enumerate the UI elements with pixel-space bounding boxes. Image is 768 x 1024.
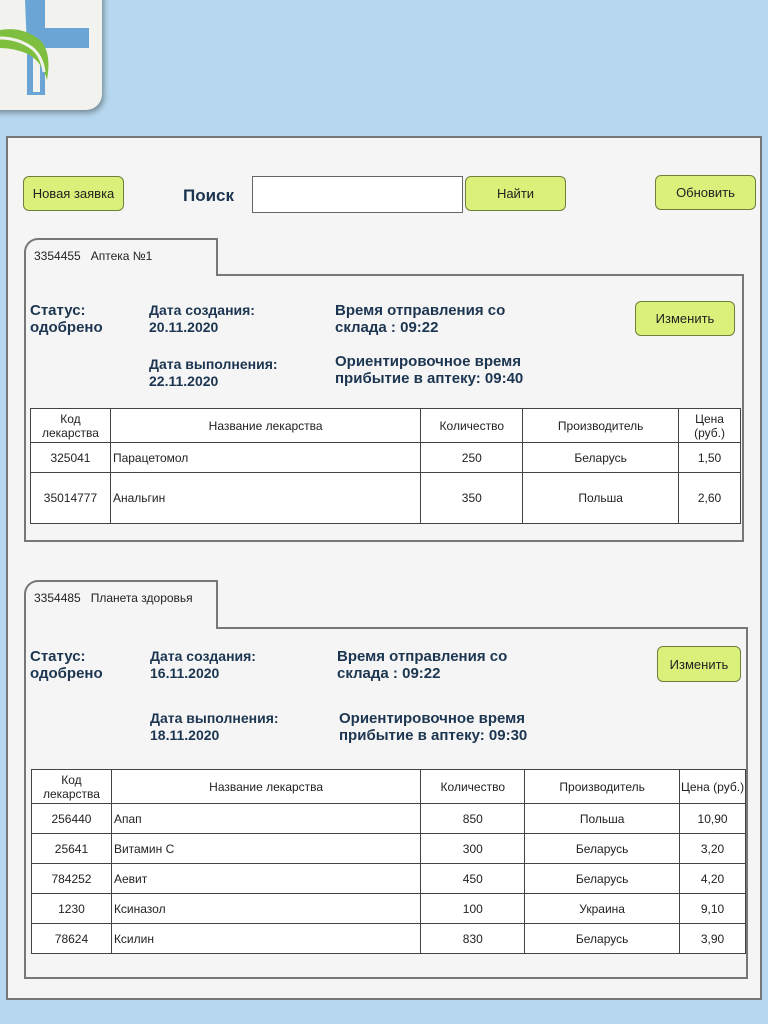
cell-code: 325041 [30, 442, 111, 473]
cell-price: 4,20 [679, 863, 746, 894]
creation-date: Дата создания: 16.11.2020 [150, 648, 256, 681]
cell-name: Ксиназол [110, 893, 422, 924]
order-card: Статус: одобрено Дата создания: 16.11.20… [24, 627, 748, 979]
completion-date: Дата выполнения: 18.11.2020 [150, 710, 279, 743]
col-maker: Производитель [524, 769, 681, 804]
table-row[interactable]: 1230 Ксиназол 100 Украина 9,10 [31, 893, 746, 924]
cell-price: 3,20 [679, 833, 746, 864]
completion-date: Дата выполнения: 22.11.2020 [149, 356, 278, 389]
tab-join [26, 273, 216, 277]
order-status: Статус: одобрено [30, 302, 103, 336]
cell-maker: Беларусь [524, 923, 681, 954]
cell-maker: Беларусь [524, 863, 681, 894]
order-id: 3354455 [34, 249, 81, 263]
tab-join [26, 626, 216, 630]
order-tab[interactable]: 3354455 Аптека №1 [24, 238, 218, 276]
table-row[interactable]: 325041 Парацетомол 250 Беларусь 1,50 [30, 442, 741, 473]
cell-price: 10,90 [679, 803, 746, 834]
cell-qty: 300 [420, 833, 526, 864]
cell-maker: Украина [524, 893, 681, 924]
new-request-button[interactable]: Новая заявка [23, 176, 124, 211]
medicines-table: Код лекарства Название лекарства Количес… [31, 769, 746, 954]
table-header: Код лекарства Название лекарства Количес… [30, 408, 741, 443]
search-label: Поиск [183, 186, 235, 205]
cell-code: 256440 [31, 803, 112, 834]
col-code: Код лекарства [31, 769, 112, 804]
col-maker: Производитель [522, 408, 680, 443]
cell-qty: 250 [420, 442, 524, 473]
col-code: Код лекарства [30, 408, 111, 443]
creation-date: Дата создания: 20.11.2020 [149, 302, 255, 335]
col-price: Цена (руб.) [678, 408, 741, 443]
order-id: 3354485 [34, 591, 81, 605]
cell-name: Парацетомол [109, 442, 422, 473]
cell-maker: Польша [522, 472, 680, 524]
table-row[interactable]: 78624 Ксилин 830 Беларусь 3,90 [31, 923, 746, 954]
find-button[interactable]: Найти [465, 176, 566, 211]
cell-code: 1230 [31, 893, 112, 924]
table-row[interactable]: 784252 Аевит 450 Беларусь 4,20 [31, 863, 746, 894]
table-row[interactable]: 256440 Апап 850 Польша 10,90 [31, 803, 746, 834]
col-price: Цена (руб.) [679, 769, 746, 804]
col-name: Название лекарства [110, 769, 422, 804]
cell-price: 3,90 [679, 923, 746, 954]
cell-qty: 850 [420, 803, 526, 834]
order-status: Статус: одобрено [30, 648, 103, 682]
departure-time: Время отправления со склада : 09:22 [337, 648, 508, 682]
cell-name: Анальгин [109, 472, 422, 524]
cell-qty: 830 [420, 923, 526, 954]
cell-price: 9,10 [679, 893, 746, 924]
cell-qty: 350 [420, 472, 524, 524]
cell-price: 2,60 [678, 472, 741, 524]
medicines-table: Код лекарства Название лекарства Количес… [30, 408, 741, 524]
cell-qty: 100 [420, 893, 526, 924]
refresh-button[interactable]: Обновить [655, 175, 756, 210]
cell-code: 35014777 [30, 472, 111, 524]
cell-code: 78624 [31, 923, 112, 954]
pharmacy-name: Планета здоровья [90, 591, 193, 605]
search-input[interactable] [252, 176, 463, 213]
cell-price: 1,50 [678, 442, 741, 473]
col-name: Название лекарства [109, 408, 422, 443]
main-panel: Новая заявка Поиск Найти Обновить 335445… [6, 136, 762, 1000]
cell-name: Аевит [110, 863, 422, 894]
cell-maker: Беларусь [522, 442, 680, 473]
arrival-time: Ориентировочное время прибытие в аптеку:… [339, 710, 528, 744]
col-qty: Количество [420, 769, 526, 804]
cell-maker: Польша [524, 803, 681, 834]
pharmacy-name: Аптека №1 [90, 249, 153, 263]
table-row[interactable]: 25641 Витамин С 300 Беларусь 3,20 [31, 833, 746, 864]
cell-name: Витамин С [110, 833, 422, 864]
departure-time: Время отправления со склада : 09:22 [335, 302, 506, 336]
cell-maker: Беларусь [524, 833, 681, 864]
pharmacy-logo-icon [0, 0, 102, 110]
order-tab[interactable]: 3354485 Планета здоровья [24, 580, 218, 629]
order-card: Статус: одобрено Дата создания: 20.11.20… [24, 274, 744, 542]
cell-name: Апап [110, 803, 422, 834]
cell-name: Ксилин [110, 923, 422, 954]
col-qty: Количество [420, 408, 524, 443]
edit-button[interactable]: Изменить [657, 646, 741, 682]
cell-qty: 450 [420, 863, 526, 894]
arrival-time: Ориентировочное время прибытие в аптеку:… [335, 353, 524, 387]
table-header: Код лекарства Название лекарства Количес… [31, 769, 746, 804]
cell-code: 784252 [31, 863, 112, 894]
cell-code: 25641 [31, 833, 112, 864]
table-row[interactable]: 35014777 Анальгин 350 Польша 2,60 [30, 472, 741, 524]
edit-button[interactable]: Изменить [635, 301, 735, 336]
